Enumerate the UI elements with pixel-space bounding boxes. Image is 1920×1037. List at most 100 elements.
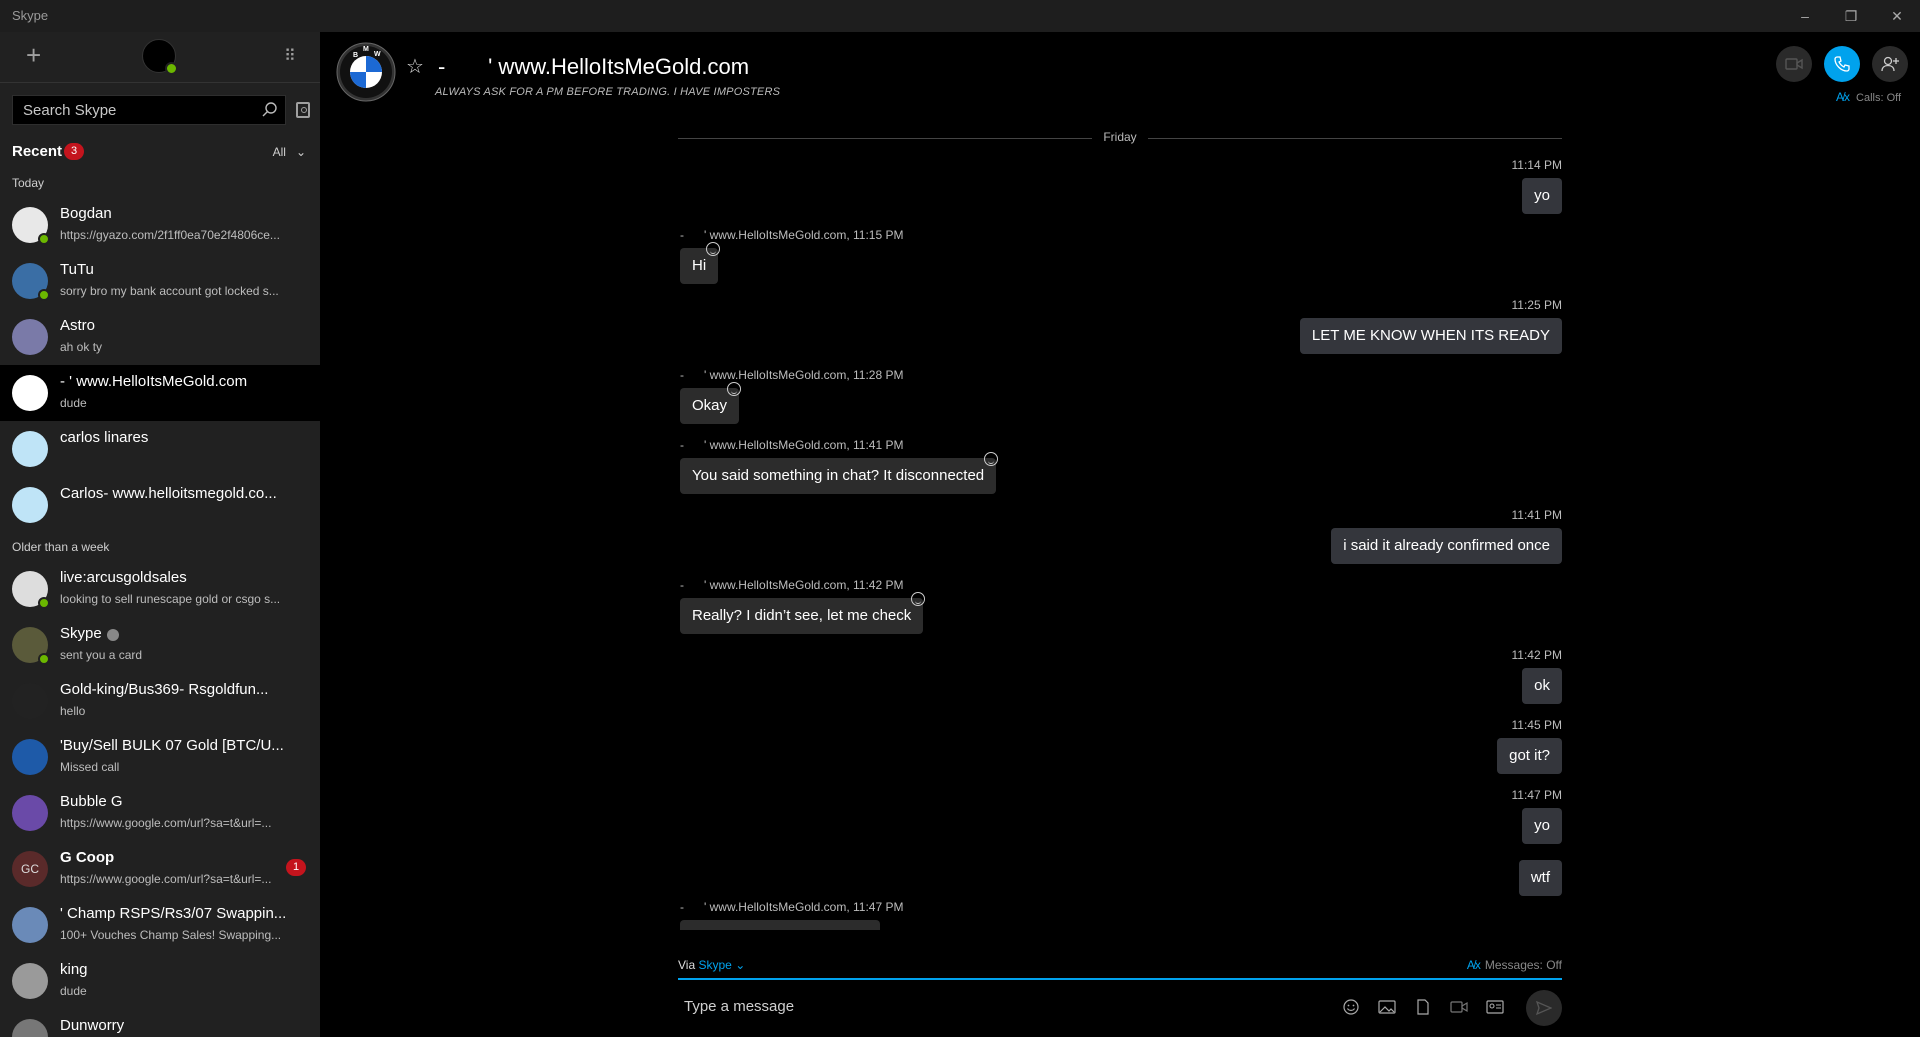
incoming-message[interactable]: Hi — [680, 242, 721, 284]
compose-focus-line — [678, 978, 1562, 980]
day-separator: Friday — [678, 130, 1562, 146]
incoming-message[interactable]: Really? I didn’t see, let me check — [680, 592, 926, 634]
conversation-avatar-bmw-logo[interactable]: B M W — [336, 42, 396, 102]
close-button[interactable]: ✕ — [1874, 0, 1920, 32]
call-translation-status[interactable]: A̸x Calls: Off — [1836, 90, 1901, 104]
conversation-title[interactable]: - ' www.HelloItsMeGold.com — [438, 54, 749, 80]
contact-preview: sorry bro my bank account got locked s..… — [60, 284, 279, 298]
message-timestamp: 11:15 PM — [853, 228, 904, 242]
via-service-label: Skype — [698, 958, 732, 972]
contact-preview: Missed call — [60, 760, 120, 774]
contact-avatar — [12, 963, 48, 999]
contact-item[interactable]: Carlos- www.helloitsmegold.co... — [0, 477, 320, 533]
send-button[interactable] — [1526, 990, 1562, 1026]
incoming-message[interactable]: You said something in chat? It disconnec… — [680, 452, 999, 494]
contact-name: Dunworry — [60, 1017, 125, 1034]
contact-preview: ah ok ty — [60, 340, 103, 354]
contact-item[interactable]: king dude — [0, 953, 320, 1009]
contact-avatar — [12, 487, 48, 523]
contact-item[interactable]: ' Champ RSPS/Rs3/07 Swappin... 100+ Vouch… — [0, 897, 320, 953]
search-input[interactable]: Search Skype — [12, 95, 286, 125]
sender-name: - ' www.HelloItsMeGold.com, — [680, 368, 850, 382]
reaction-smiley-icon[interactable] — [911, 592, 926, 606]
contact-item[interactable]: TuTu sorry bro my bank account got locked… — [0, 253, 320, 309]
new-chat-plus-icon[interactable]: + — [26, 42, 41, 68]
image-icon[interactable] — [1378, 998, 1396, 1016]
message-timestamp: 11:14 PM — [1511, 158, 1562, 172]
file-icon[interactable] — [1414, 998, 1432, 1016]
contact-item[interactable]: Skype sent you a card — [0, 617, 320, 673]
translate-icon: A̸x — [1836, 90, 1851, 104]
maximize-button[interactable]: ❐ — [1828, 0, 1874, 32]
compose-toolbar — [1342, 998, 1504, 1016]
favorite-star-icon[interactable]: ☆ — [406, 54, 424, 79]
recent-unread-badge: 3 — [64, 143, 84, 160]
reaction-smiley-icon[interactable] — [706, 242, 721, 256]
contact-name: ' Champ RSPS/Rs3/07 Swappin... — [60, 905, 287, 922]
logo-letter: B — [353, 52, 358, 59]
filter-dropdown[interactable]: All ⌄ — [273, 145, 306, 159]
contact-list-today: Bogdan https://gyazo.com/2f1ff0ea70e2f480… — [0, 197, 320, 533]
message-input[interactable]: Type a message — [684, 998, 794, 1015]
contact-item[interactable]: live:arcusgoldsales looking to sell runes… — [0, 561, 320, 617]
message-timestamp: 11:47 PM — [1511, 788, 1562, 802]
reaction-smiley-icon[interactable] — [984, 452, 999, 466]
contact-avatar — [12, 683, 48, 719]
message-timestamp: 11:45 PM — [1511, 718, 1562, 732]
outgoing-message[interactable]: yo — [1522, 178, 1562, 214]
contact-item[interactable]: Gold-king/Bus369- Rsgoldfun... hello — [0, 673, 320, 729]
dialpad-grid-icon[interactable]: ⠿ — [284, 46, 296, 66]
app-title: Skype — [12, 8, 49, 23]
message-timestamp: 11:42 PM — [853, 578, 904, 592]
contact-name: Astro — [60, 317, 96, 334]
contact-name: 'Buy/Sell BULK 07 Gold [BTC/U... — [60, 737, 284, 754]
reaction-smiley-icon[interactable] — [727, 382, 742, 396]
calls-status-label: Calls: Off — [1856, 92, 1902, 104]
contact-item[interactable]: GC G Coop https://www.google.com/url?sa=t&… — [0, 841, 320, 897]
minimize-button[interactable]: – — [1782, 0, 1828, 32]
outgoing-message[interactable]: wtf — [1518, 860, 1562, 896]
message-timestamp: 11:41 PM — [853, 438, 904, 452]
add-participant-button[interactable] — [1872, 46, 1908, 82]
day-label: Friday — [1103, 130, 1137, 144]
via-row: Via Skype ⌄ A̸x Messages: Off — [678, 958, 1562, 978]
outgoing-message[interactable]: got it? — [1497, 738, 1562, 774]
avatar-initials: GC — [21, 862, 39, 876]
incoming-message-partial[interactable] — [680, 920, 880, 930]
sidebar: + ⠿ Search Skype Recent 3 All ⌄ Today Bo… — [0, 32, 320, 1037]
contact-list-older: live:arcusgoldsales looking to sell runes… — [0, 561, 320, 1037]
online-status-dot — [38, 597, 50, 609]
sender-name: - ' www.HelloItsMeGold.com, — [680, 438, 850, 452]
message-list: Friday 11:14 PM yo - ' www.HelloItsMeGold.… — [678, 120, 1562, 930]
emoji-icon[interactable] — [1342, 998, 1360, 1016]
contact-item[interactable]: - ' www.HelloItsMeGold.com dude — [0, 365, 320, 421]
contact-preview: https://www.google.com/url?sa=t&url=... — [60, 816, 272, 830]
video-message-icon[interactable] — [1450, 998, 1468, 1016]
message-sender: - ' www.HelloItsMeGold.com, 11:15 PM — [680, 228, 904, 242]
via-label: Via — [678, 958, 696, 972]
outgoing-message[interactable]: ok — [1522, 668, 1562, 704]
message-translation-status[interactable]: A̸x Messages: Off — [1467, 958, 1562, 972]
contact-item[interactable]: Bogdan https://gyazo.com/2f1ff0ea70e2f480… — [0, 197, 320, 253]
contact-item[interactable]: 'Buy/Sell BULK 07 Gold [BTC/U... Missed c… — [0, 729, 320, 785]
video-call-button[interactable] — [1776, 46, 1812, 82]
contacts-book-icon[interactable] — [296, 102, 310, 118]
contact-card-icon[interactable] — [1486, 998, 1504, 1016]
message-sender: - ' www.HelloItsMeGold.com, 11:28 PM — [680, 368, 904, 382]
audio-call-button[interactable] — [1824, 46, 1860, 82]
contact-name: carlos linares — [60, 429, 149, 446]
outgoing-message[interactable]: LET ME KNOW WHEN ITS READY — [1299, 318, 1562, 354]
contact-item[interactable]: Bubble G https://www.google.com/url?sa=t&… — [0, 785, 320, 841]
via-service-dropdown[interactable]: Skype ⌄ — [698, 958, 745, 972]
contact-preview: sent you a card — [60, 648, 143, 662]
incoming-message[interactable]: Okay — [680, 382, 742, 424]
contact-item[interactable]: Dunworry — [0, 1009, 320, 1037]
contact-item[interactable]: Astro ah ok ty — [0, 309, 320, 365]
outgoing-message[interactable]: i said it already confirmed once — [1331, 528, 1562, 564]
contact-preview: dude — [60, 984, 87, 998]
contact-item[interactable]: carlos linares — [0, 421, 320, 477]
outgoing-message[interactable]: yo — [1522, 808, 1562, 844]
contact-name: - ' www.HelloItsMeGold.com — [60, 373, 248, 390]
profile-avatar[interactable] — [142, 39, 178, 75]
message-timestamp: 11:42 PM — [1511, 648, 1562, 662]
